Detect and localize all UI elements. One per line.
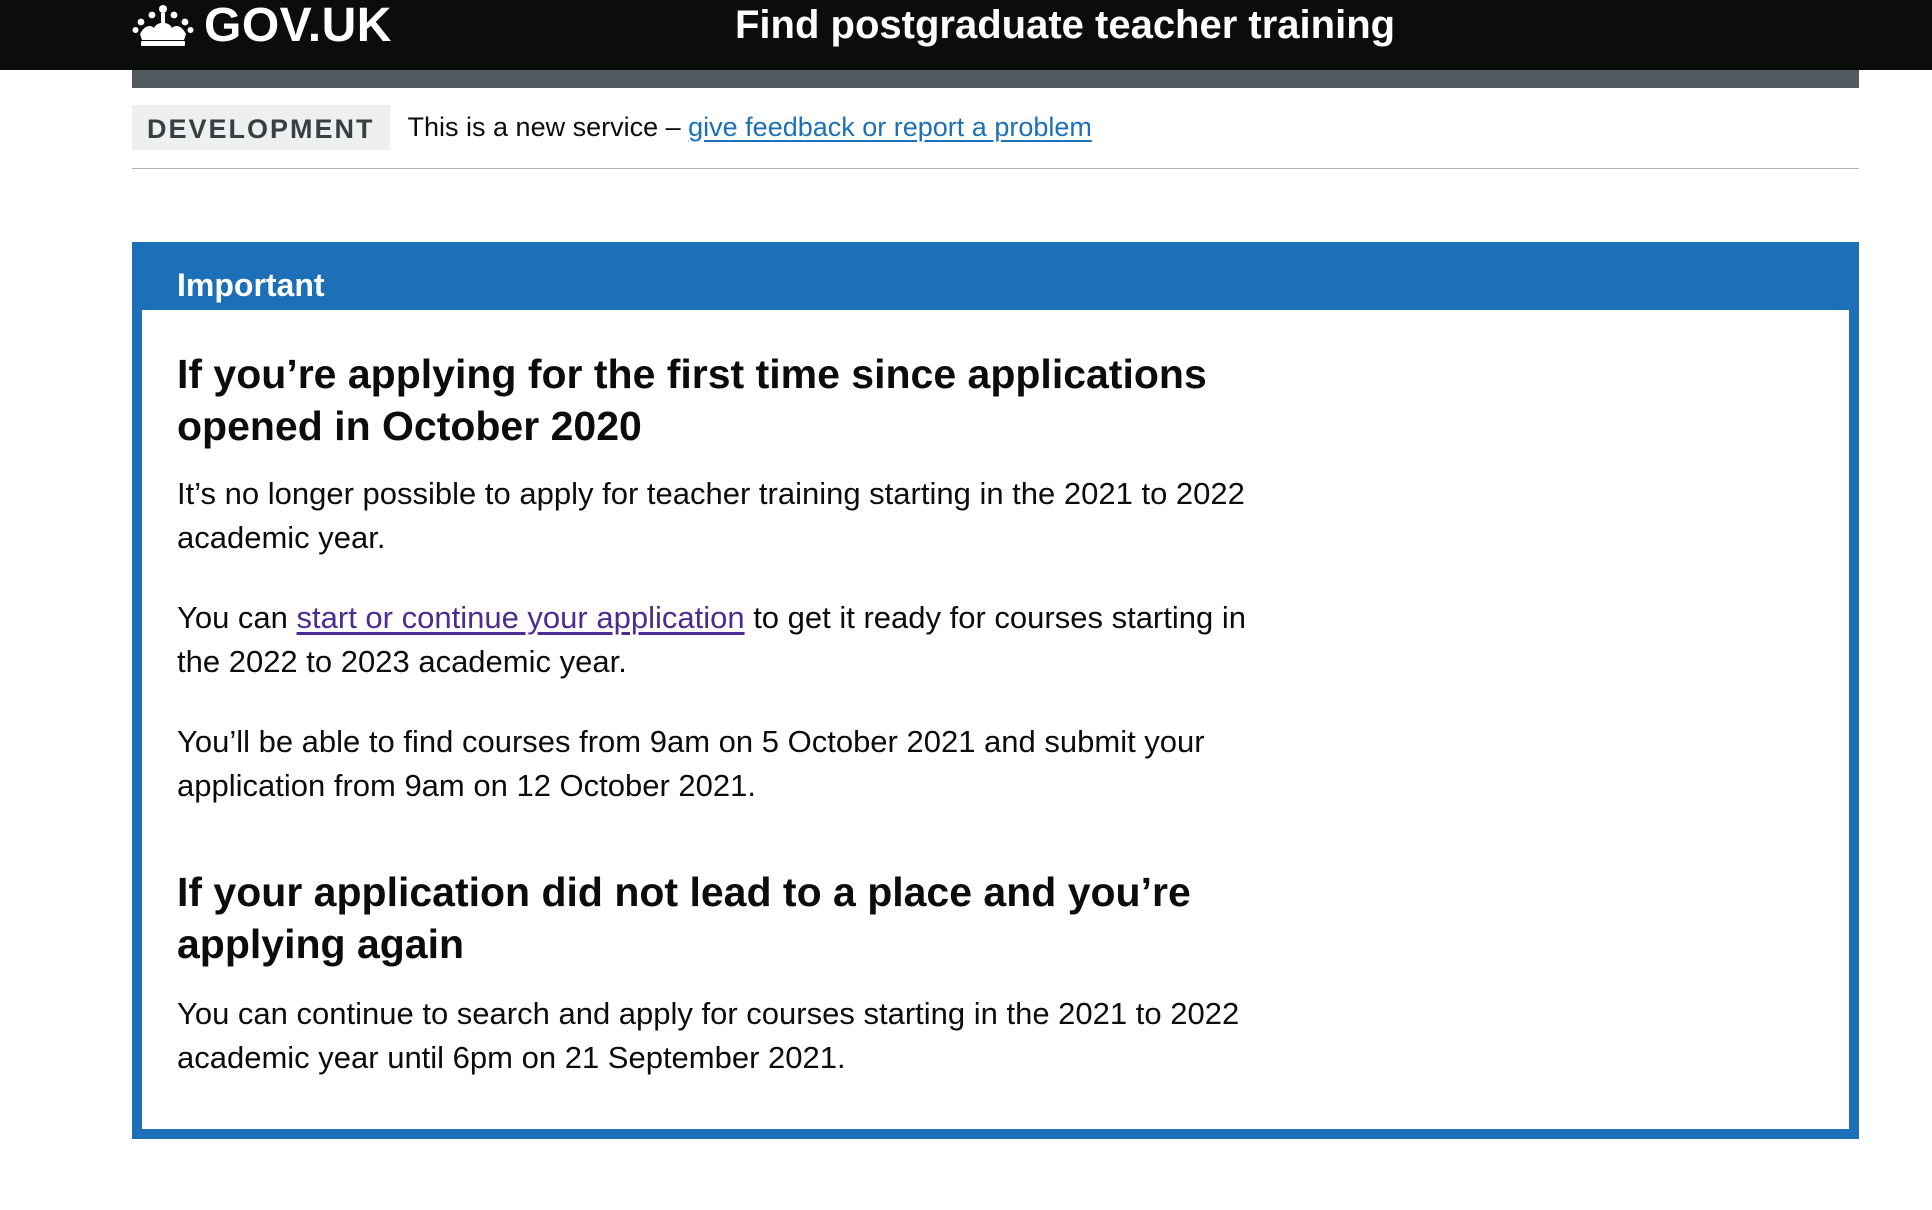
paragraph-prefix: You can (177, 600, 297, 635)
crown-icon (132, 5, 194, 46)
paragraph-find-courses-dates: You’ll be able to find courses from 9am … (177, 724, 1205, 803)
heading-first-time-applicants: If you’re applying for the first time si… (177, 351, 1207, 449)
heading-applying-again: If your application did not lead to a pl… (177, 869, 1191, 967)
govuk-logo-text: GOV.UK (204, 0, 392, 52)
feedback-link[interactable]: give feedback or report a problem (688, 112, 1092, 142)
service-name-link[interactable]: Find postgraduate teacher training (735, 0, 1395, 50)
paragraph-continue-search: You can continue to search and apply for… (177, 996, 1240, 1075)
important-notification-banner: Important If you’re applying for the fir… (132, 242, 1859, 1139)
phase-banner: DEVELOPMENT This is a new service – give… (132, 105, 1859, 169)
phase-tag: DEVELOPMENT (132, 105, 390, 150)
start-or-continue-application-link[interactable]: start or continue your application (297, 600, 745, 635)
govuk-header: GOV.UK Find postgraduate teacher trainin… (0, 0, 1932, 70)
phase-banner-message: This is a new service – (407, 112, 689, 142)
notification-content: If you’re applying for the first time si… (142, 310, 1849, 1129)
phase-banner-text: This is a new service – give feedback or… (408, 105, 1092, 150)
header-divider-bar (132, 70, 1859, 88)
paragraph-no-longer-possible: It’s no longer possible to apply for tea… (177, 476, 1245, 555)
notification-title: Important (177, 267, 325, 303)
govuk-logo-link[interactable]: GOV.UK (132, 0, 392, 52)
paragraph-start-application: You can start or continue your applicati… (177, 596, 1277, 684)
